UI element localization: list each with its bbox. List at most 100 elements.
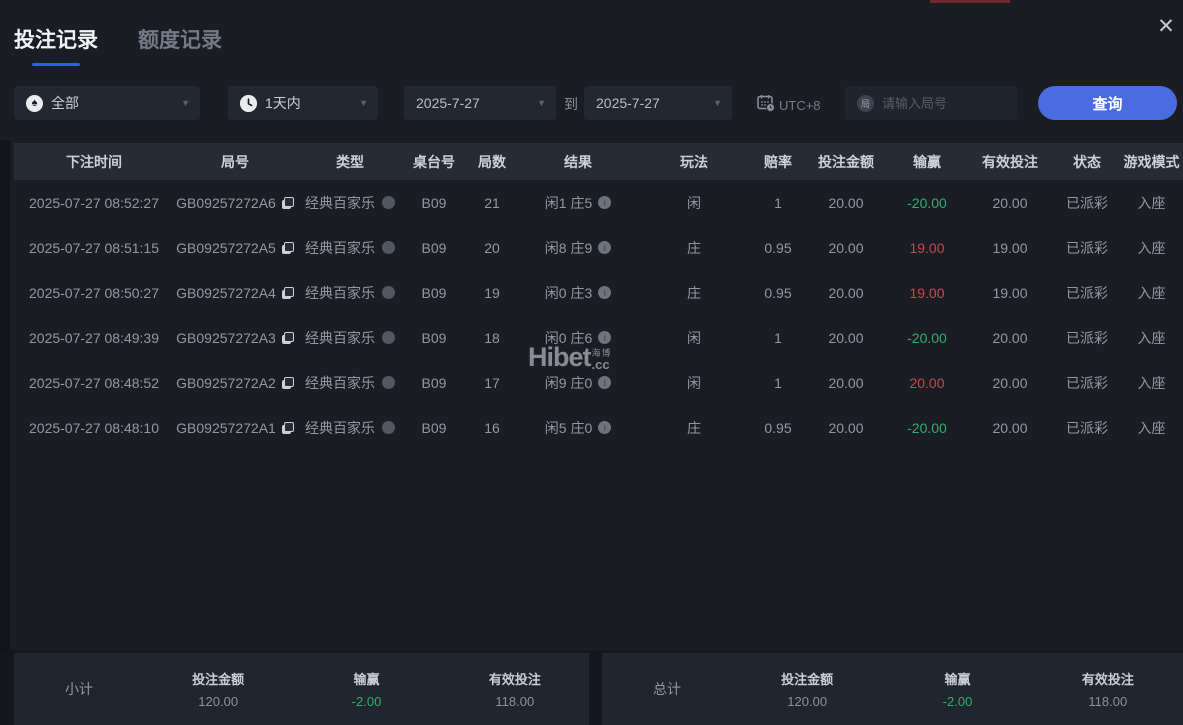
cell-valid-bet: 20.00 bbox=[966, 180, 1054, 225]
cell-result-text: 闲9 庄0 bbox=[544, 374, 593, 391]
cell-bet-amount: 20.00 bbox=[804, 180, 888, 225]
cell-mode: 入座 bbox=[1120, 405, 1183, 450]
cell-mode-text: 入座 bbox=[1137, 374, 1166, 391]
summary-item-value: 118.00 bbox=[495, 694, 535, 709]
cell-play: 庄 bbox=[636, 405, 752, 450]
cell-play-text: 庄 bbox=[687, 284, 701, 301]
cell-mode-text: 入座 bbox=[1137, 329, 1166, 346]
cell-odds-text: 0.95 bbox=[764, 419, 792, 436]
tab-bet-records[interactable]: 投注记录 bbox=[14, 24, 98, 66]
table-row: 2025-07-27 08:48:10 GB09257272A1 经典百家乐 B09 1… bbox=[14, 405, 1183, 450]
date-to-value: 2025-7-27 bbox=[596, 95, 660, 111]
summary-label: 小计 bbox=[65, 681, 93, 697]
clock-icon bbox=[240, 94, 257, 112]
time-range-dropdown[interactable]: 1天内 ▼ bbox=[228, 86, 378, 120]
cell-bet-amount-text: 20.00 bbox=[828, 419, 864, 436]
date-to-picker[interactable]: 2025-7-27 ▼ bbox=[584, 86, 732, 120]
cell-round-id: GB09257272A2 bbox=[174, 360, 296, 405]
round-number-icon: 局 bbox=[857, 94, 874, 112]
cell-type: 经典百家乐 bbox=[296, 225, 404, 270]
cell-status-text: 已派彩 bbox=[1066, 194, 1108, 211]
cell-play: 闲 bbox=[636, 360, 752, 405]
round-search-field[interactable]: 局 bbox=[845, 86, 1017, 120]
cell-result: 闲0 庄3 i bbox=[520, 270, 636, 315]
game-type-dropdown[interactable]: ♠ 全部 ▼ bbox=[14, 86, 200, 120]
cell-mode: 入座 bbox=[1120, 315, 1183, 360]
summary-item-value: 120.00 bbox=[787, 694, 828, 709]
cell-status: 已派彩 bbox=[1054, 270, 1120, 315]
cell-bet-amount: 20.00 bbox=[804, 225, 888, 270]
game-type-dot-icon bbox=[382, 331, 395, 344]
cell-time-text: 2025-07-27 08:48:10 bbox=[29, 419, 159, 436]
cell-odds: 0.95 bbox=[752, 405, 804, 450]
cell-type-text: 经典百家乐 bbox=[305, 374, 375, 391]
cell-valid-bet-text: 20.00 bbox=[992, 374, 1028, 391]
result-info-icon[interactable]: i bbox=[598, 196, 612, 209]
summary-item-name: 投注金额 bbox=[192, 672, 245, 687]
result-info-icon[interactable]: i bbox=[598, 376, 612, 389]
copy-icon[interactable] bbox=[281, 376, 294, 389]
cell-bet-amount: 20.00 bbox=[804, 315, 888, 360]
column-header: 局号 bbox=[221, 153, 249, 170]
cell-round-id: GB09257272A1 bbox=[174, 405, 296, 450]
cell-result: 闲5 庄0 i bbox=[520, 405, 636, 450]
summary-item: 有效投注 118.00 bbox=[1033, 669, 1183, 709]
cell-game-no: 16 bbox=[464, 405, 520, 450]
close-icon[interactable]: ✕ bbox=[1151, 12, 1181, 42]
summary-item: 投注金额 120.00 bbox=[732, 669, 882, 709]
result-info-icon[interactable]: i bbox=[598, 241, 612, 254]
copy-icon[interactable] bbox=[281, 286, 294, 299]
cell-game-no-text: 20 bbox=[484, 239, 500, 256]
copy-icon[interactable] bbox=[281, 331, 294, 344]
timezone-indicator[interactable]: UTC+8 bbox=[756, 93, 821, 118]
cell-time-text: 2025-07-27 08:50:27 bbox=[29, 284, 159, 301]
cell-round-id: GB09257272A4 bbox=[174, 270, 296, 315]
cell-time: 2025-07-27 08:50:27 bbox=[14, 270, 174, 315]
cell-win-loss-text: -20.00 bbox=[907, 419, 947, 436]
cell-valid-bet-text: 20.00 bbox=[992, 194, 1028, 211]
cell-odds: 0.95 bbox=[752, 270, 804, 315]
cell-result-text: 闲0 庄3 bbox=[544, 284, 593, 301]
cell-type-text: 经典百家乐 bbox=[305, 419, 375, 436]
table-row: 2025-07-27 08:49:39 GB09257272A3 经典百家乐 B09 1… bbox=[14, 315, 1183, 360]
date-from-picker[interactable]: 2025-7-27 ▼ bbox=[404, 86, 556, 120]
result-info-icon[interactable]: i bbox=[598, 421, 612, 434]
copy-icon[interactable] bbox=[281, 196, 294, 209]
cell-status-text: 已派彩 bbox=[1066, 284, 1108, 301]
cell-game-no: 17 bbox=[464, 360, 520, 405]
cell-mode: 入座 bbox=[1120, 180, 1183, 225]
cell-round-id-text: GB09257272A5 bbox=[176, 239, 276, 256]
cell-bet-amount: 20.00 bbox=[804, 360, 888, 405]
column-header: 局数 bbox=[478, 153, 506, 170]
tab-quota-records-label: 额度记录 bbox=[138, 29, 222, 52]
summary-item-value: 120.00 bbox=[198, 694, 239, 709]
cell-play-text: 闲 bbox=[687, 374, 701, 391]
cell-game-no-text: 16 bbox=[484, 419, 500, 436]
cell-status: 已派彩 bbox=[1054, 405, 1120, 450]
cell-type-text: 经典百家乐 bbox=[305, 194, 375, 211]
cell-type-text: 经典百家乐 bbox=[305, 239, 375, 256]
cell-status: 已派彩 bbox=[1054, 225, 1120, 270]
cell-round-id: GB09257272A3 bbox=[174, 315, 296, 360]
date-from-value: 2025-7-27 bbox=[416, 95, 480, 111]
cell-round-id-text: GB09257272A4 bbox=[176, 284, 276, 301]
search-button[interactable]: 查询 bbox=[1038, 86, 1177, 120]
cell-table-no: B09 bbox=[404, 405, 464, 450]
cell-game-no-text: 17 bbox=[484, 374, 500, 391]
cell-time-text: 2025-07-27 08:51:15 bbox=[29, 239, 159, 256]
cell-bet-amount-text: 20.00 bbox=[828, 329, 864, 346]
cell-status-text: 已派彩 bbox=[1066, 329, 1108, 346]
summary-item-name: 输赢 bbox=[353, 672, 380, 687]
cell-status-text: 已派彩 bbox=[1066, 374, 1108, 391]
result-info-icon[interactable]: i bbox=[598, 331, 612, 344]
cell-odds: 0.95 bbox=[752, 225, 804, 270]
copy-icon[interactable] bbox=[281, 241, 294, 254]
copy-icon[interactable] bbox=[281, 421, 294, 434]
result-info-icon[interactable]: i bbox=[598, 286, 612, 299]
cell-odds: 1 bbox=[752, 315, 804, 360]
round-search-input[interactable] bbox=[882, 95, 997, 111]
left-edge-shadow bbox=[0, 140, 10, 650]
tab-quota-records[interactable]: 额度记录 bbox=[138, 24, 222, 66]
cell-mode: 入座 bbox=[1120, 270, 1183, 315]
time-range-value: 1天内 bbox=[265, 95, 301, 111]
